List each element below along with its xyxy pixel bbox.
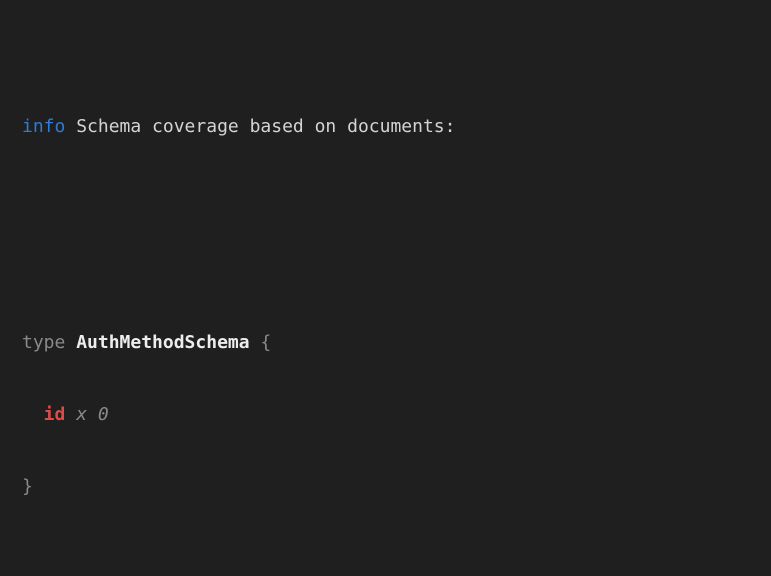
field-line: id x 0 xyxy=(22,403,761,427)
open-brace: { xyxy=(260,332,271,353)
log-message: Schema coverage based on documents: xyxy=(76,116,455,137)
blank-line xyxy=(22,571,761,576)
field-name: id xyxy=(44,404,66,425)
log-line: info Schema coverage based on documents: xyxy=(22,115,761,139)
type-name: AuthMethodSchema xyxy=(76,332,249,353)
terminal-output: infoSchema coverage based on documents: … xyxy=(0,0,771,576)
type-header-line: type AuthMethodSchema { xyxy=(22,331,761,355)
blank-line xyxy=(22,211,761,235)
type-close-line: } xyxy=(22,475,761,499)
type-keyword: type xyxy=(22,332,65,353)
field-usage-count: x 0 xyxy=(76,404,109,425)
info-label: info xyxy=(22,116,65,137)
close-brace: } xyxy=(22,476,33,497)
